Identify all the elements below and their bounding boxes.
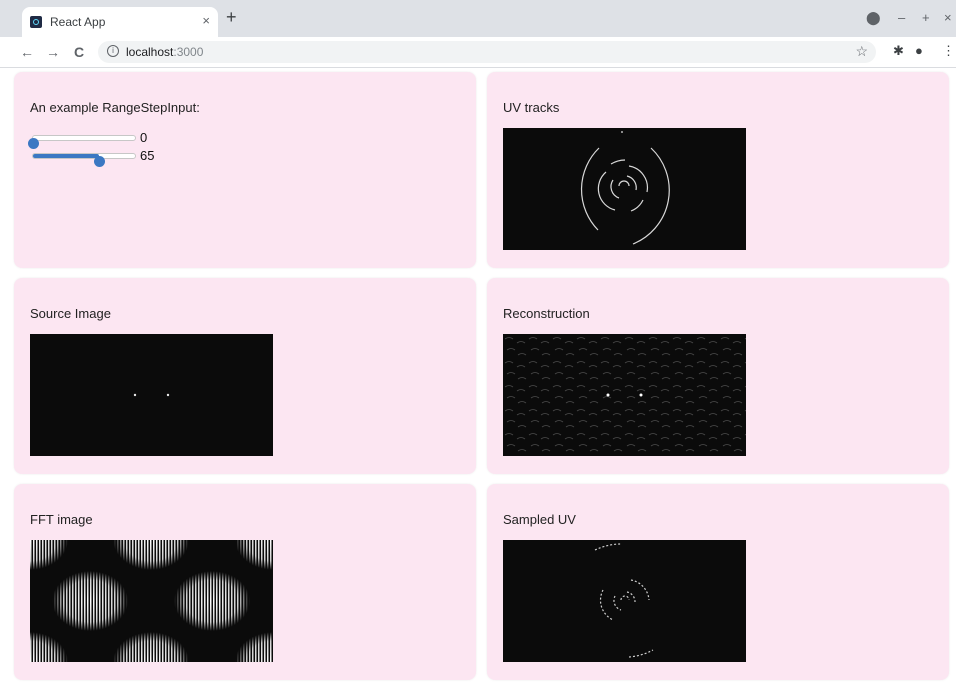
menu-icon[interactable]: ⋮ — [942, 43, 955, 59]
info-icon[interactable]: i — [107, 45, 119, 57]
tab-strip: React App × + ⬤ – + × — [0, 0, 956, 37]
slider-value: 65 — [140, 148, 155, 163]
range-slider[interactable] — [32, 153, 136, 167]
profile-icon[interactable]: ● — [915, 43, 923, 58]
star-icon[interactable]: ☆ — [855, 43, 868, 60]
new-tab-button[interactable]: + — [226, 8, 237, 26]
fft-image-title: FFT image — [30, 512, 93, 527]
close-window-icon[interactable]: × — [944, 10, 952, 25]
uv-tracks-panel: UV tracks — [487, 72, 949, 268]
reconstruction-panel: Reconstruction — [487, 278, 949, 474]
tab-react-app[interactable]: React App × — [22, 7, 218, 37]
reload-button[interactable]: C — [74, 44, 84, 60]
sampled-uv-canvas — [503, 540, 746, 662]
page-content: An example RangeStepInput: 0 65 UV track… — [0, 68, 956, 689]
range-step-input-panel: An example RangeStepInput: 0 65 — [14, 72, 476, 268]
slider-value: 0 — [140, 130, 148, 145]
slider-row: 0 — [28, 129, 190, 149]
slider-fill — [33, 154, 100, 158]
uv-tracks-plot — [580, 131, 670, 245]
sampled-uv-title: Sampled UV — [503, 512, 576, 527]
source-image-panel: Source Image — [14, 278, 476, 474]
forward-button[interactable]: → — [46, 44, 60, 60]
url-text: localhost:3000 — [126, 45, 203, 59]
range-slider[interactable] — [28, 135, 136, 149]
source-image-plot — [133, 393, 170, 397]
react-favicon-icon — [30, 16, 42, 28]
reconstruction-title: Reconstruction — [503, 306, 590, 321]
maximize-icon[interactable]: + — [922, 10, 930, 25]
address-bar[interactable]: i localhost:3000 ☆ — [98, 41, 876, 63]
fft-image-plot — [30, 540, 273, 662]
tab-title: React App — [50, 15, 106, 29]
sampled-uv-panel: Sampled UV — [487, 484, 949, 680]
url-port: :3000 — [173, 45, 204, 59]
tab-close-button[interactable]: × — [202, 13, 210, 28]
fft-image-panel: FFT image — [14, 484, 476, 680]
back-button[interactable]: ← — [20, 44, 34, 60]
url-host: localhost — [126, 45, 174, 59]
reconstruction-canvas — [503, 334, 746, 456]
sampled-uv-plot — [594, 543, 654, 658]
browser-toolbar: ← → C i localhost:3000 ☆ ✱ ● ⋮ — [0, 37, 956, 68]
source-image-title: Source Image — [30, 306, 111, 321]
extensions-icon[interactable]: ✱ — [893, 43, 904, 59]
uv-tracks-canvas — [503, 128, 746, 250]
source-image-canvas — [30, 334, 273, 456]
range-step-input-title: An example RangeStepInput: — [30, 100, 200, 115]
fft-image-canvas — [30, 540, 273, 662]
minimize-icon[interactable]: – — [898, 10, 905, 25]
slider-row: 65 — [30, 147, 190, 167]
slider-thumb[interactable] — [94, 156, 106, 167]
uv-tracks-title: UV tracks — [503, 100, 560, 115]
reconstruction-plot — [503, 334, 746, 456]
record-icon[interactable]: ⬤ — [866, 10, 881, 26]
